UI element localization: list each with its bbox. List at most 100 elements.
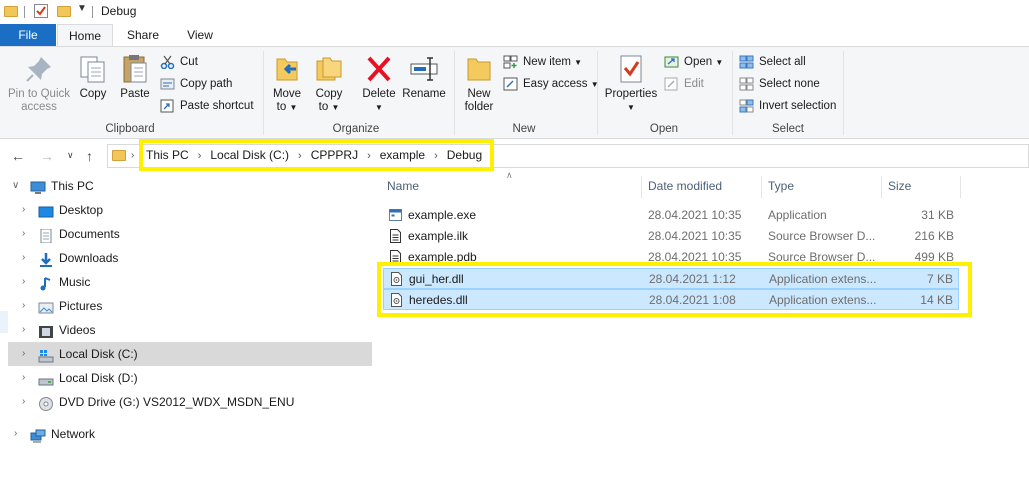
folder-icon	[4, 6, 18, 17]
file-size: 31 KB	[921, 208, 954, 222]
nav-downloads[interactable]: › Downloads	[8, 246, 372, 270]
nav-local-disk-c[interactable]: › Local Disk (C:)	[8, 342, 372, 366]
copy-label: Copy	[79, 88, 107, 100]
file-type: Application	[768, 208, 827, 222]
folder-icon	[112, 150, 126, 161]
expand-chevron-icon[interactable]: ›	[22, 198, 25, 222]
select-all-label: Select all	[759, 56, 806, 68]
column-divider[interactable]	[881, 176, 882, 198]
column-divider[interactable]	[960, 176, 961, 198]
tab-share[interactable]: Share	[117, 24, 169, 46]
edit-label: Edit	[684, 78, 704, 90]
new-item-button[interactable]: New item ▼	[503, 52, 582, 72]
column-divider[interactable]	[761, 176, 762, 198]
file-row[interactable]: example.exe 28.04.2021 10:35 Application…	[383, 205, 959, 226]
chevron-right-icon: ›	[131, 150, 135, 161]
expand-chevron-icon[interactable]: ›	[14, 422, 17, 446]
column-header-name[interactable]: Name	[387, 173, 419, 199]
new-folder-label-1: New	[467, 88, 491, 100]
select-all-button[interactable]: Select all	[739, 52, 806, 72]
select-all-icon	[739, 55, 754, 69]
new-folder-button[interactable]: New folder	[460, 53, 498, 114]
organize-group-label: Organize	[332, 123, 380, 135]
rename-button[interactable]: Rename	[402, 53, 446, 101]
divider	[92, 6, 93, 18]
open-icon	[664, 55, 679, 69]
new-item-icon	[503, 55, 518, 69]
properties-quick-icon[interactable]	[34, 4, 48, 18]
paste-button[interactable]: Paste	[117, 53, 153, 101]
delete-button[interactable]: Delete ▼	[359, 53, 399, 114]
cut-label: Cut	[180, 56, 198, 68]
nav-network[interactable]: › Network	[8, 422, 372, 446]
invert-selection-icon	[739, 99, 754, 113]
open-button[interactable]: Open ▼	[664, 52, 723, 72]
back-arrow-icon[interactable]: ←	[11, 148, 25, 164]
edit-button[interactable]: Edit	[664, 74, 704, 94]
nav-music[interactable]: › Music	[8, 270, 372, 294]
desktop-icon	[38, 203, 54, 218]
customize-quick-access-icon[interactable]: ▼	[77, 3, 87, 14]
expand-chevron-icon[interactable]: ›	[22, 390, 25, 414]
file-row[interactable]: example.ilk 28.04.2021 10:35 Source Brow…	[383, 226, 959, 247]
expand-chevron-icon[interactable]: ›	[22, 246, 25, 270]
column-header-type[interactable]: Type	[768, 173, 794, 199]
nav-dvd-drive[interactable]: › DVD Drive (G:) VS2012_WDX_MSDN_ENU	[8, 390, 372, 414]
nav-videos[interactable]: › Videos	[8, 318, 372, 342]
pin-to-quick-access-button[interactable]: Pin to Quick access	[4, 53, 74, 114]
copy-path-button[interactable]: Copy path	[160, 74, 232, 94]
address-highlight-box	[139, 139, 494, 171]
copy-to-button[interactable]: Copy to ▼	[312, 53, 346, 114]
invert-selection-label: Invert selection	[759, 100, 837, 112]
copy-button[interactable]: Copy	[76, 53, 110, 101]
expand-chevron-icon[interactable]: ›	[22, 318, 25, 342]
expand-chevron-icon[interactable]: ›	[22, 222, 25, 246]
easy-access-button[interactable]: Easy access ▼	[503, 74, 599, 94]
delete-dropdown-icon[interactable]: ▼	[359, 101, 399, 114]
tab-home[interactable]: Home	[57, 24, 113, 46]
up-arrow-icon[interactable]: ↑	[86, 148, 93, 164]
select-none-button[interactable]: Select none	[739, 74, 820, 94]
expand-chevron-icon[interactable]: ›	[22, 270, 25, 294]
nav-label: Music	[59, 275, 91, 289]
pictures-icon	[38, 299, 54, 314]
nav-desktop[interactable]: › Desktop	[8, 198, 372, 222]
forward-arrow-icon[interactable]: →	[40, 148, 54, 164]
properties-button[interactable]: Properties ▼	[603, 53, 659, 114]
move-to-button[interactable]: Move to ▼	[270, 53, 304, 114]
document-file-icon	[389, 229, 402, 243]
nav-label: Desktop	[59, 203, 104, 217]
nav-pictures[interactable]: › Pictures	[8, 294, 372, 318]
invert-selection-button[interactable]: Invert selection	[739, 96, 836, 116]
expand-chevron-icon[interactable]: ›	[22, 294, 25, 318]
network-icon	[30, 427, 46, 443]
column-header-date-modified[interactable]: Date modified	[648, 173, 722, 199]
new-folder-quick-icon[interactable]	[57, 6, 71, 17]
nav-local-disk-d[interactable]: › Local Disk (D:)	[8, 366, 372, 390]
expand-chevron-icon[interactable]: ›	[22, 342, 25, 366]
properties-icon	[615, 53, 647, 85]
film-icon	[38, 323, 54, 338]
ribbon-tabs: File Home Share View	[0, 24, 1029, 46]
rename-label: Rename	[402, 88, 446, 100]
delete-icon	[363, 53, 395, 85]
expand-chevron-icon[interactable]: ›	[22, 366, 25, 390]
recent-locations-chevron-icon[interactable]: ∨	[67, 150, 74, 161]
copy-path-icon	[160, 77, 175, 91]
cut-button[interactable]: Cut	[160, 52, 198, 72]
delete-label: Delete	[362, 88, 396, 100]
nav-documents[interactable]: › Documents	[8, 222, 372, 246]
file-date: 28.04.2021 10:35	[648, 208, 742, 222]
column-header-size[interactable]: Size	[888, 173, 911, 199]
nav-this-pc[interactable]: ∨ This PC	[8, 174, 372, 198]
nav-label: Videos	[59, 323, 96, 337]
paste-shortcut-button[interactable]: Paste shortcut	[160, 96, 254, 116]
tab-view[interactable]: View	[174, 24, 226, 46]
collapse-chevron-icon[interactable]: ∨	[12, 174, 19, 198]
copy-to-label-2: to ▼	[318, 101, 340, 113]
column-divider[interactable]	[641, 176, 642, 198]
documents-icon	[38, 227, 54, 244]
tab-file[interactable]: File	[0, 24, 56, 46]
divider	[843, 51, 844, 135]
properties-dropdown-icon[interactable]: ▼	[603, 101, 659, 114]
